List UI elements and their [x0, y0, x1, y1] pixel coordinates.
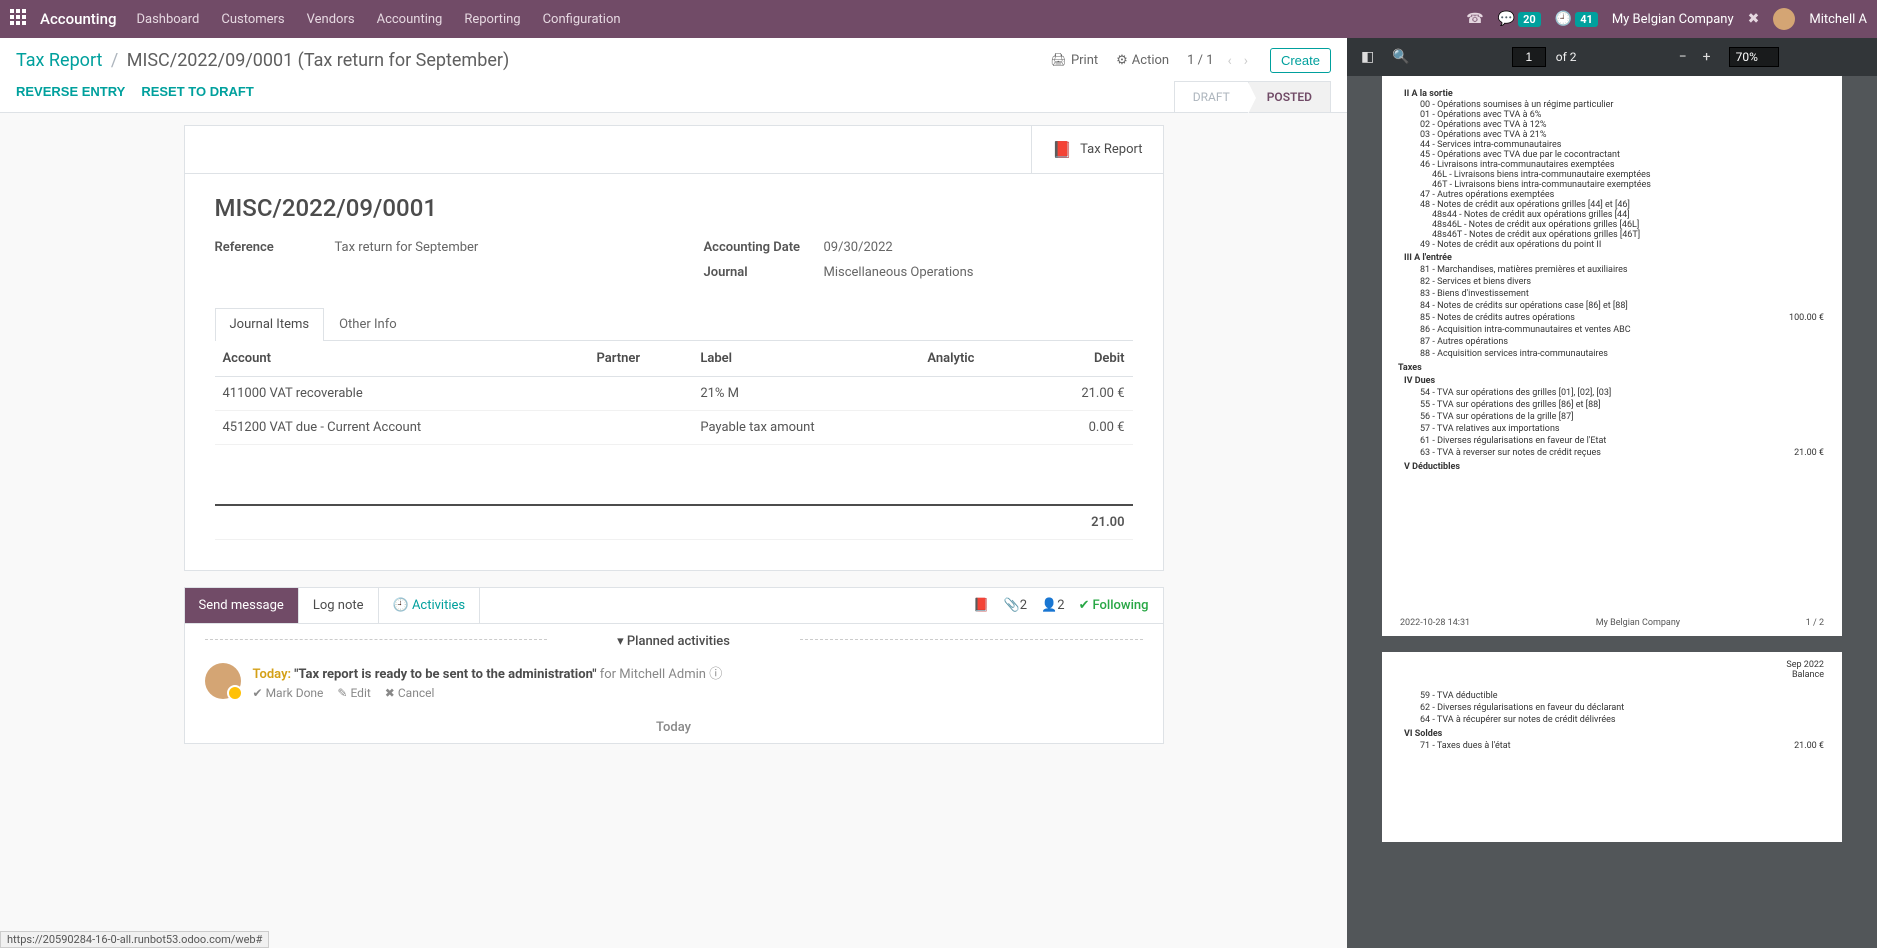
apps-icon[interactable]: [10, 9, 30, 29]
main-menu: Dashboard Customers Vendors Accounting R…: [136, 12, 620, 27]
debit-total: 21.00: [1029, 505, 1132, 540]
breadcrumb-root[interactable]: Tax Report: [16, 50, 102, 71]
journal-table: Account Partner Label Analytic Debit 411…: [215, 341, 1133, 540]
activity-item: Today: "Tax report is ready to be sent t…: [185, 655, 1163, 712]
zoom-out-icon[interactable]: −: [1675, 45, 1691, 69]
company-switcher[interactable]: My Belgian Company: [1612, 12, 1734, 27]
tax-report-stat-button[interactable]: 📕 Tax Report: [1031, 126, 1162, 173]
activities-icon[interactable]: 🕘41: [1555, 11, 1598, 27]
record-title: MISC/2022/09/0001: [215, 194, 1133, 222]
statusbar: DRAFT POSTED: [1174, 81, 1331, 112]
pager-prev-icon[interactable]: ‹: [1224, 51, 1236, 71]
following-button[interactable]: ✔ Following: [1079, 598, 1149, 613]
app-brand[interactable]: Accounting: [40, 10, 116, 28]
th-account[interactable]: Account: [215, 341, 589, 377]
pdf-page-1: II A la sortie 00 - Opérations soumises …: [1382, 76, 1842, 636]
breadcrumb-current: MISC/2022/09/0001 (Tax return for Septem…: [127, 50, 509, 71]
book-icon: 📕: [1052, 140, 1072, 159]
print-button[interactable]: 🖨 Print: [1050, 53, 1098, 68]
status-draft[interactable]: DRAFT: [1174, 81, 1248, 112]
info-icon[interactable]: ⓘ: [709, 667, 722, 682]
horizontal-scrollbar[interactable]: [215, 544, 1133, 560]
zoom-select[interactable]: 70%: [1729, 47, 1779, 67]
search-icon[interactable]: 🔍: [1388, 45, 1413, 69]
table-row[interactable]: 451200 VAT due - Current Account Payable…: [215, 411, 1133, 445]
reference-label: Reference: [215, 240, 335, 255]
mark-done-button[interactable]: ✔ Mark Done: [253, 686, 324, 700]
th-label[interactable]: Label: [692, 341, 919, 377]
action-button[interactable]: ⚙ Action: [1116, 53, 1169, 68]
edit-button[interactable]: ✎ Edit: [337, 686, 370, 700]
pager: 1 / 1 ‹›: [1187, 51, 1252, 71]
accounting-date-label: Accounting Date: [704, 240, 824, 255]
reference-value: Tax return for September: [335, 240, 479, 255]
book-small-icon[interactable]: 📕: [973, 598, 989, 613]
activities-button[interactable]: 🕘 Activities: [379, 588, 481, 623]
journal-value: Miscellaneous Operations: [824, 265, 974, 280]
tab-other-info[interactable]: Other Info: [324, 308, 412, 340]
zoom-in-icon[interactable]: +: [1699, 45, 1715, 69]
menu-configuration[interactable]: Configuration: [543, 12, 621, 27]
menu-dashboard[interactable]: Dashboard: [136, 12, 199, 27]
planned-activities-header: ▾ Planned activities: [185, 624, 1163, 655]
attachments-count[interactable]: 📎2: [1004, 598, 1028, 613]
page-of: of 2: [1556, 50, 1577, 64]
sidebar-toggle-icon[interactable]: ◧: [1357, 45, 1378, 69]
accounting-date-value: 09/30/2022: [824, 240, 893, 255]
th-partner[interactable]: Partner: [589, 341, 693, 377]
tools-icon[interactable]: ✖: [1748, 11, 1760, 27]
pager-next-icon[interactable]: ›: [1240, 51, 1252, 71]
table-row[interactable]: 411000 VAT recoverable 21% M 21.00 €: [215, 377, 1133, 411]
menu-vendors[interactable]: Vendors: [307, 12, 355, 27]
menu-accounting[interactable]: Accounting: [377, 12, 443, 27]
create-button[interactable]: Create: [1270, 48, 1331, 73]
breadcrumb: Tax Report / MISC/2022/09/0001 (Tax retu…: [16, 50, 509, 71]
th-analytic[interactable]: Analytic: [919, 341, 1029, 377]
phone-icon[interactable]: ☎: [1466, 11, 1483, 27]
statusbar-url: https://20590284-16-0-all.runbot53.odoo.…: [0, 931, 269, 948]
pdf-page-2: Sep 2022Balance 59 - TVA déductible 62 -…: [1382, 652, 1842, 842]
avatar[interactable]: [1773, 8, 1795, 30]
today-separator: Today: [185, 712, 1163, 743]
pdf-viewport[interactable]: II A la sortie 00 - Opérations soumises …: [1347, 76, 1877, 948]
reverse-entry-button[interactable]: REVERSE ENTRY: [16, 84, 125, 99]
menu-reporting[interactable]: Reporting: [464, 12, 520, 27]
th-debit[interactable]: Debit: [1029, 341, 1132, 377]
journal-label: Journal: [704, 265, 824, 280]
avatar[interactable]: [205, 663, 241, 699]
page-input[interactable]: [1512, 47, 1546, 67]
send-message-button[interactable]: Send message: [185, 588, 299, 623]
followers-count[interactable]: 👤2: [1041, 598, 1065, 613]
reset-draft-button[interactable]: RESET TO DRAFT: [141, 84, 253, 99]
user-name[interactable]: Mitchell A: [1809, 12, 1867, 27]
menu-customers[interactable]: Customers: [221, 12, 284, 27]
tab-journal-items[interactable]: Journal Items: [215, 308, 325, 341]
cancel-button[interactable]: ✖ Cancel: [385, 686, 435, 700]
log-note-button[interactable]: Log note: [299, 588, 379, 623]
status-posted[interactable]: POSTED: [1248, 81, 1331, 112]
messages-icon[interactable]: 💬20: [1498, 11, 1541, 27]
